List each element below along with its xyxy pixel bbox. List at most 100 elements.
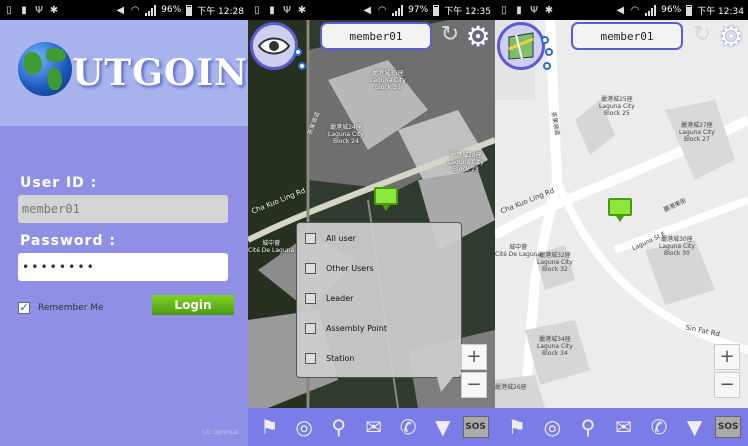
filter-option-assembly-point[interactable]: Assembly Point bbox=[297, 313, 461, 343]
map-label: 麗港城27座 Laguna City Block 27 bbox=[679, 122, 715, 143]
phone-icon[interactable]: ✆ bbox=[393, 412, 423, 442]
map-label: 麗港城30座 Laguna City Block 30 bbox=[659, 236, 695, 257]
notification-icon: ▯ bbox=[501, 4, 507, 16]
login-screen: ▯ ▮ Ψ ✱ ◀ ◠ 96% 下午 12:28 UTGOING User ID… bbox=[0, 0, 248, 446]
flag-map-icon[interactable]: ⚑ bbox=[254, 412, 284, 442]
map-filter-screen: 麗港城35座 Laguna City Block 35 麗港城24座 Laguna C… bbox=[248, 0, 495, 446]
sos-icon[interactable]: SOS bbox=[715, 416, 742, 438]
zoom-in-button[interactable]: + bbox=[461, 344, 487, 370]
filter-option-station[interactable]: Station bbox=[297, 343, 461, 373]
volume-icon: ◀ bbox=[116, 4, 125, 16]
app-logo-text: UTGOING bbox=[72, 52, 248, 94]
map-icon bbox=[508, 32, 534, 60]
status-dot bbox=[298, 62, 306, 70]
notification-icon: ▯ bbox=[254, 4, 260, 16]
zoom-out-button[interactable]: − bbox=[461, 372, 487, 398]
map-label: 麗港城34座 Laguna City Block 34 bbox=[537, 336, 573, 357]
status-bar: ▯ ▮ Ψ ✱ ◀ ◠ 97% 下午 12:35 bbox=[248, 0, 495, 20]
signal-icon bbox=[145, 4, 157, 16]
battery-icon bbox=[433, 4, 440, 16]
zoom-out-button[interactable]: − bbox=[714, 372, 740, 398]
battery-icon bbox=[186, 4, 193, 16]
checkbox[interactable] bbox=[305, 262, 316, 274]
location-pin[interactable] bbox=[374, 187, 398, 211]
view-toggle-button[interactable] bbox=[250, 22, 298, 70]
wifi-icon: ◠ bbox=[130, 4, 140, 16]
password-field[interactable] bbox=[18, 253, 228, 281]
phone-icon: ▮ bbox=[516, 4, 522, 16]
filter-icon[interactable]: ▼ bbox=[428, 412, 458, 442]
user-id-field[interactable] bbox=[18, 195, 228, 223]
map-label: 麗港城35座 Laguna City Block 35 bbox=[370, 70, 406, 91]
user-id-label: User ID : bbox=[20, 175, 98, 191]
clock: 下午 12:28 bbox=[197, 6, 244, 17]
android-icon: ✱ bbox=[49, 4, 59, 16]
signal-icon bbox=[645, 4, 657, 16]
map-label: 麗港城28座 Laguna City Block 28 bbox=[448, 152, 484, 173]
android-icon: ✱ bbox=[297, 4, 307, 16]
phone-icon: ▮ bbox=[21, 4, 27, 16]
remember-me-label: Remember Me bbox=[38, 303, 104, 313]
map-label: 麗港城26座 bbox=[495, 384, 527, 391]
usb-icon: Ψ bbox=[35, 4, 43, 16]
device-brand: LG Optimus bbox=[202, 429, 238, 436]
usb-icon: Ψ bbox=[283, 4, 291, 16]
search-icon[interactable]: ⚲ bbox=[573, 412, 603, 442]
map-label: 麗港城32座 Laguna City Block 32 bbox=[537, 252, 573, 273]
battery-percent: 97% bbox=[408, 5, 429, 15]
sos-icon[interactable]: SOS bbox=[462, 416, 489, 438]
notification-icon: ▯ bbox=[6, 4, 12, 16]
checkbox[interactable] bbox=[305, 352, 316, 364]
battery-icon bbox=[686, 4, 693, 16]
signal-icon bbox=[392, 4, 404, 16]
filter-icon[interactable]: ▼ bbox=[680, 412, 710, 442]
phone-icon[interactable]: ✆ bbox=[644, 412, 674, 442]
status-bar: ▯ ▮ Ψ ✱ ◀ ◠ 96% 下午 12:28 bbox=[0, 0, 248, 20]
volume-icon: ◀ bbox=[363, 4, 372, 16]
checkbox[interactable] bbox=[305, 322, 316, 334]
remember-me-checkbox[interactable]: ✓ bbox=[18, 302, 30, 314]
map-label: 城中薈 Cité De Laguna bbox=[495, 244, 542, 258]
gear-icon[interactable]: ⚙ bbox=[463, 22, 493, 52]
refresh-icon[interactable]: ↻ bbox=[438, 24, 462, 48]
filter-option-leader[interactable]: Leader bbox=[297, 283, 461, 313]
battery-percent: 96% bbox=[161, 5, 182, 15]
eye-icon bbox=[257, 37, 291, 55]
wifi-icon: ◠ bbox=[377, 4, 387, 16]
bottom-toolbar: ⚑ ◎ ⚲ ✉ ✆ ▼ SOS bbox=[495, 408, 748, 446]
filter-option-other-users[interactable]: Other Users bbox=[297, 253, 461, 283]
usb-icon: Ψ bbox=[530, 4, 538, 16]
bottom-toolbar: ⚑ ◎ ⚲ ✉ ✆ ▼ SOS bbox=[248, 408, 495, 446]
target-icon[interactable]: ◎ bbox=[537, 412, 567, 442]
login-button[interactable]: Login bbox=[152, 295, 234, 315]
map-label: 麗港城25座 Laguna City Block 25 bbox=[599, 96, 635, 117]
filter-option-all-user[interactable]: All user bbox=[297, 223, 461, 253]
mail-icon[interactable]: ✉ bbox=[358, 412, 388, 442]
checkbox[interactable] bbox=[305, 292, 316, 304]
map-label: 麗港城24座 Laguna City Block 24 bbox=[328, 124, 364, 145]
mail-icon[interactable]: ✉ bbox=[608, 412, 638, 442]
status-bar: ▯ ▮ Ψ ✱ ◀ ◠ 96% 下午 12:34 bbox=[495, 0, 748, 20]
status-dot bbox=[294, 48, 302, 56]
password-label: Password : bbox=[20, 233, 116, 249]
refresh-icon[interactable]: ↻ bbox=[690, 24, 714, 48]
member-name-box[interactable]: member01 bbox=[571, 22, 683, 50]
clock: 下午 12:34 bbox=[697, 6, 744, 17]
status-dot bbox=[545, 48, 553, 56]
battery-percent: 96% bbox=[661, 5, 682, 15]
status-dot bbox=[541, 36, 549, 44]
globe-logo-icon bbox=[18, 42, 72, 96]
search-icon[interactable]: ⚲ bbox=[324, 412, 354, 442]
location-pin[interactable] bbox=[608, 198, 632, 222]
zoom-in-button[interactable]: + bbox=[714, 344, 740, 370]
view-toggle-button[interactable] bbox=[497, 22, 545, 70]
clock: 下午 12:35 bbox=[444, 6, 491, 17]
flag-map-icon[interactable]: ⚑ bbox=[502, 412, 532, 442]
map-street-screen: 麗港城25座 Laguna City Block 25 麗港城27座 Laguna C… bbox=[495, 0, 748, 446]
gear-icon[interactable]: ⚙ bbox=[716, 22, 746, 52]
member-name-box[interactable]: member01 bbox=[320, 22, 432, 50]
wifi-icon: ◠ bbox=[630, 4, 640, 16]
target-icon[interactable]: ◎ bbox=[289, 412, 319, 442]
checkbox[interactable] bbox=[305, 232, 316, 244]
filter-popup: All user Other Users Leader Assembly Poi… bbox=[296, 222, 462, 392]
